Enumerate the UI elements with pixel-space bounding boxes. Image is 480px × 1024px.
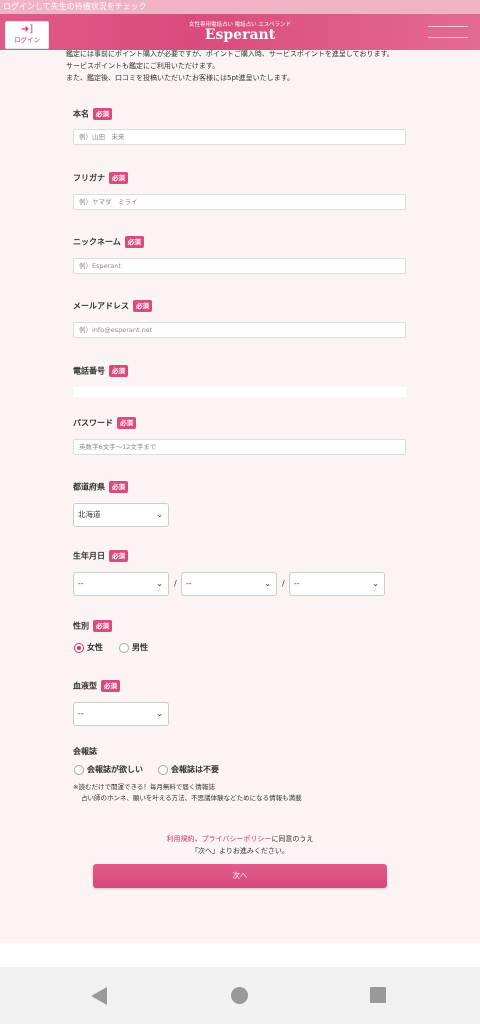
intro-text: 鑑定には事前にポイント購入が必要ですが、ポイントご購入時、サービスポイントを進呈… [66,48,394,84]
birth-year-select[interactable]: -- ⌄ [73,572,169,596]
blood-label-text: 血液型 [73,681,97,691]
login-notice-bar[interactable]: ログインして先生の待機状況をチェック [0,0,480,14]
privacy-link[interactable]: プライバシーポリシー [202,835,272,843]
magazine-label: 会報誌 [73,746,97,758]
prefecture-label: 都道府県 必須 [73,481,128,494]
nickname-label-text: ニックネーム [73,237,121,247]
name-label-text: 本名 [73,109,89,119]
menu-icon[interactable] [428,26,468,48]
birth-year-value: -- [78,579,84,588]
phone-label: 電話番号 必須 [73,365,128,378]
nickname-label: ニックネーム 必須 [73,236,144,249]
required-badge: 必須 [101,680,120,692]
name-input[interactable]: 例）山田 未来 [73,129,406,145]
magazine-none-label[interactable]: 会報誌は不要 [171,764,219,776]
magazine-note-line: 占い師のホンネ、願いを叶える方法、不思議体験などためになる情報も満載 [81,794,302,802]
prefecture-select[interactable]: 北海道 ⌄ [73,503,169,527]
birth-month-value: -- [186,579,192,588]
gender-female-label[interactable]: 女性 [87,642,103,654]
blood-label: 血液型 必須 [73,680,120,693]
email-label-text: メールアドレス [73,301,129,311]
phone-input[interactable] [73,387,406,397]
gender-label-text: 性別 [73,621,89,631]
home-icon[interactable] [231,987,248,1004]
chevron-down-icon: ⌄ [264,579,271,588]
kana-input[interactable]: 例）ヤマダ ミライ [73,194,406,210]
magazine-want-radio[interactable] [74,765,84,775]
intro-line: 鑑定には事前にポイント購入が必要ですが、ポイントご購入時、サービスポイントを進呈… [66,50,394,58]
chevron-down-icon: ⌄ [156,579,163,588]
agreement-line2: 「次へ」よりお進みください。 [191,847,289,855]
back-icon[interactable] [91,987,107,1005]
birth-day-select[interactable]: -- ⌄ [289,572,385,596]
required-badge: 必須 [109,481,128,493]
name-label: 本名 必須 [73,108,112,121]
required-badge: 必須 [93,108,112,120]
notice-caret-icon [223,9,229,13]
magazine-label-text: 会報誌 [73,747,97,756]
email-input[interactable]: 例）info@esperant.net [73,322,406,338]
phone-label-text: 電話番号 [73,366,105,376]
magazine-none-radio[interactable] [158,765,168,775]
terms-link[interactable]: 利用規約 [167,835,195,843]
next-button[interactable]: 次へ [93,864,387,888]
required-badge: 必須 [109,365,128,377]
brand-logo[interactable]: Esperant [0,27,480,43]
agreement-suffix: に同意のうえ [271,835,314,843]
gender-label: 性別 必須 [73,620,112,633]
email-label: メールアドレス 必須 [73,300,152,313]
required-badge: 必須 [109,172,128,184]
required-badge: 必須 [117,417,136,429]
agreement-text: 利用規約、プライバシーポリシーに同意のうえ [0,833,480,845]
magazine-want-label[interactable]: 会報誌が欲しい [87,764,143,776]
gender-male-label[interactable]: 男性 [132,642,148,654]
password-label: パスワード 必須 [73,417,136,430]
required-badge: 必須 [124,236,144,248]
kana-label-text: フリガナ [73,173,105,183]
agreement-sep: 、 [194,835,202,843]
intro-line: サービスポイントも鑑定にご利用いただけます。 [66,62,220,70]
required-badge: 必須 [133,300,152,312]
footer-band [0,943,480,967]
kana-label: フリガナ 必須 [73,172,128,185]
password-label-text: パスワード [73,418,113,428]
chevron-down-icon: ⌄ [372,579,379,588]
birth-day-value: -- [294,579,300,588]
date-separator: / [282,579,285,588]
required-badge: 必須 [109,550,128,562]
blood-type-select[interactable]: -- ⌄ [73,702,169,726]
date-separator: / [174,579,177,588]
birthday-label-text: 生年月日 [73,551,105,561]
gender-male-radio[interactable] [119,643,129,653]
required-badge: 必須 [93,620,112,632]
recent-apps-icon[interactable] [370,987,386,1003]
birthday-label: 生年月日 必須 [73,550,128,563]
nickname-input[interactable]: 例）Esperant [73,258,406,274]
chevron-down-icon: ⌄ [156,510,163,519]
prefecture-value: 北海道 [78,510,101,519]
intro-line: また、鑑定後、口コミを投稿いただいたお客様には5pt進呈いたします。 [66,74,294,82]
magazine-note-line: ※読むだけで開運できる！毎月無料で届く情報誌 [73,783,215,791]
chevron-down-icon: ⌄ [156,709,163,718]
gender-female-radio[interactable] [74,643,84,653]
birth-month-select[interactable]: -- ⌄ [181,572,277,596]
login-notice-text: ログインして先生の待機状況をチェック [3,2,147,11]
prefecture-label-text: 都道府県 [73,482,105,492]
blood-type-value: -- [78,709,84,718]
password-input[interactable]: 英数字6文字〜12文字まで [73,439,406,455]
magazine-note: ※読むだけで開運できる！毎月無料で届く情報誌 占い師のホンネ、願いを叶える方法、… [73,782,302,804]
